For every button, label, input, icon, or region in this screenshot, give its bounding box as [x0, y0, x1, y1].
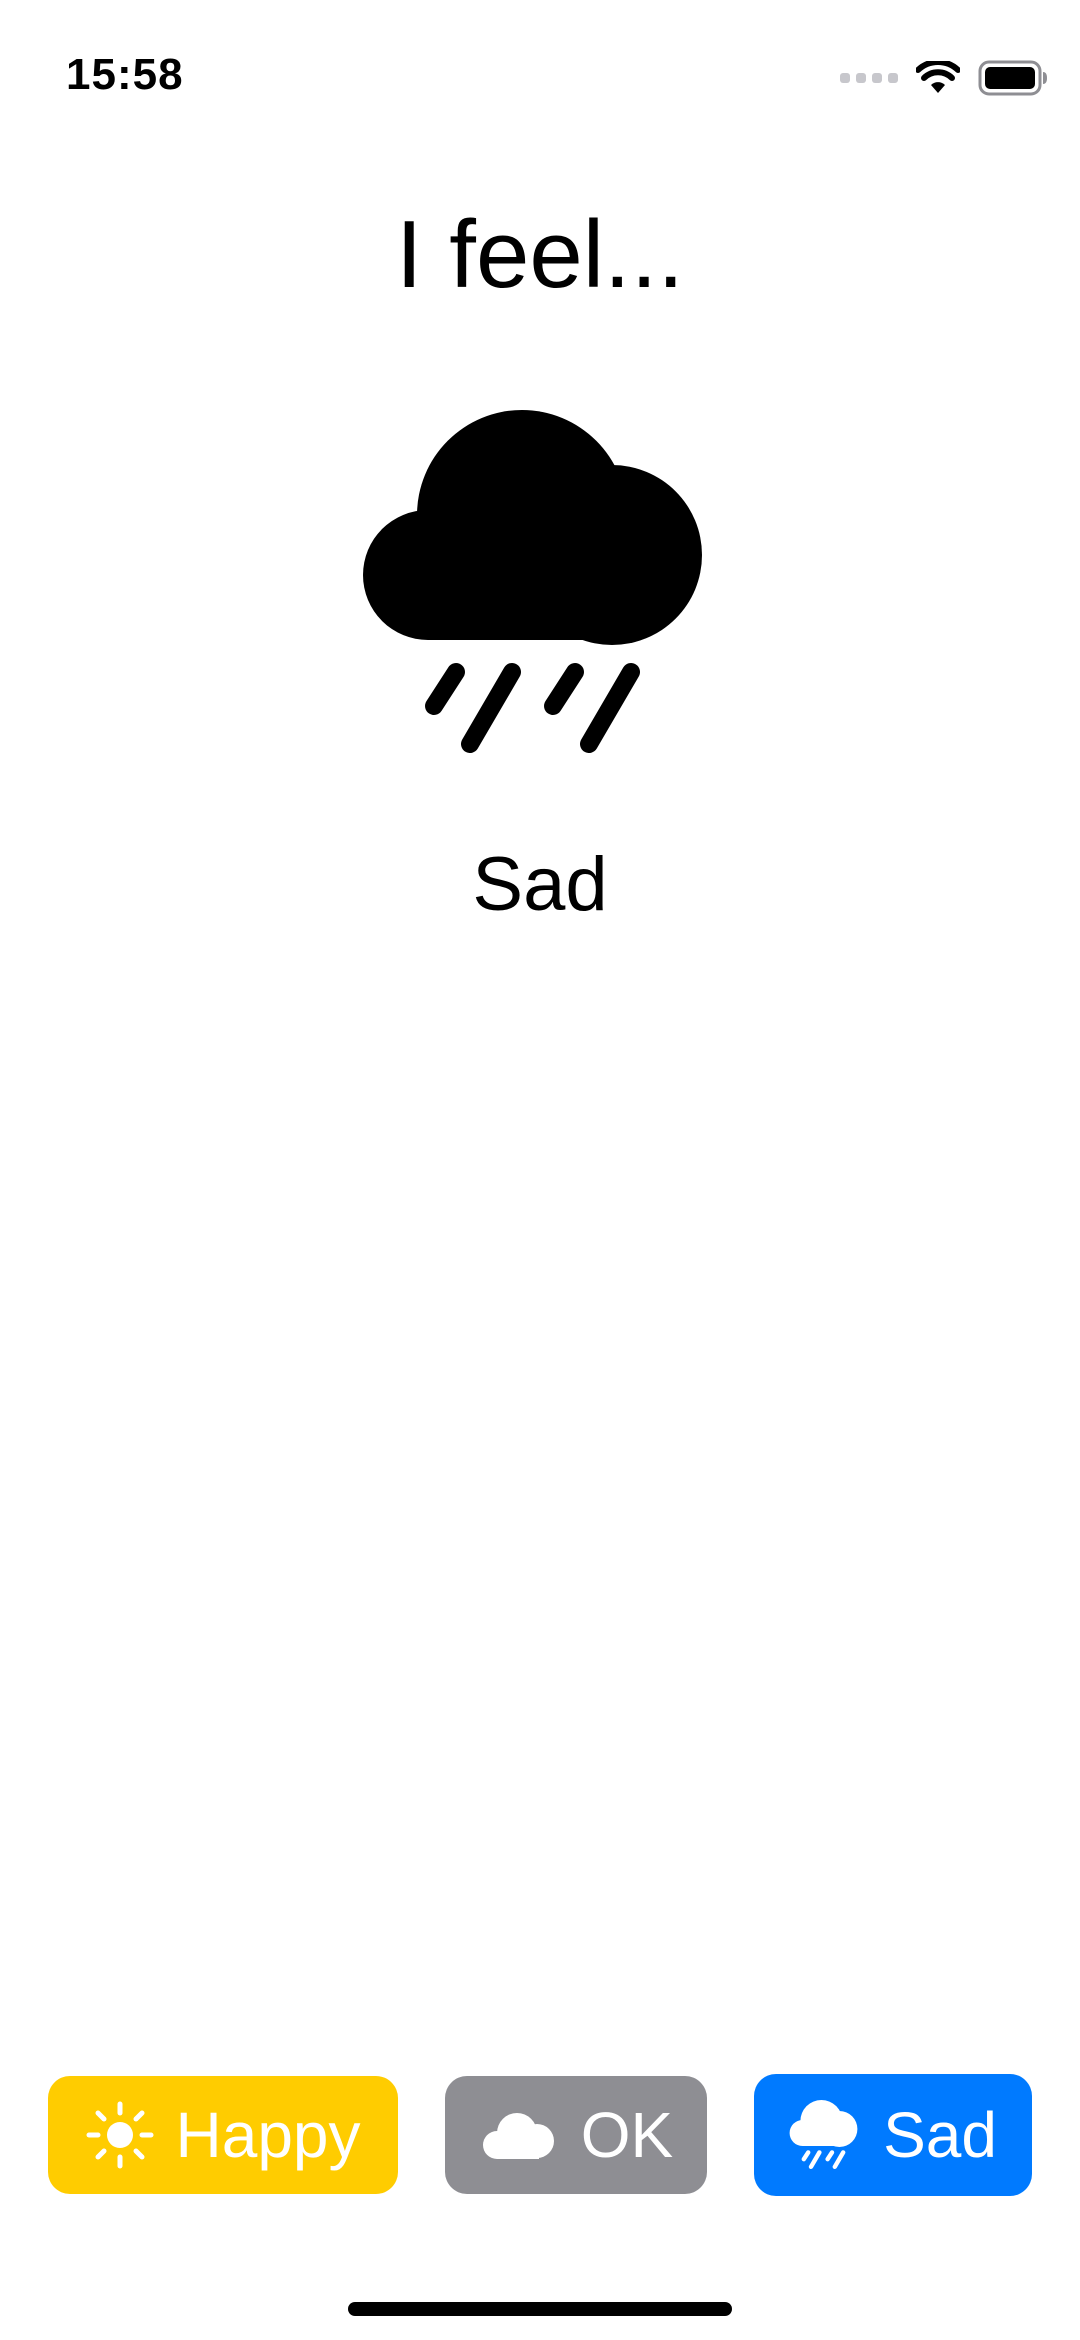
mood-label: Sad	[472, 842, 608, 927]
happy-button[interactable]: Happy	[48, 2076, 398, 2194]
ok-button[interactable]: OK	[445, 2076, 707, 2194]
wifi-icon	[916, 61, 960, 93]
cellular-signal-icon	[840, 73, 898, 83]
sad-button[interactable]: Sad	[754, 2074, 1032, 2196]
home-indicator[interactable]	[348, 2302, 732, 2316]
status-time: 15:58	[66, 50, 184, 99]
status-bar: 15:58	[0, 0, 1080, 150]
happy-button-label: Happy	[175, 2099, 361, 2171]
sad-button-label: Sad	[883, 2099, 997, 2171]
cloud-rain-icon	[363, 410, 702, 753]
page-title: I feel...	[395, 201, 685, 308]
sun-icon	[86, 2101, 153, 2169]
status-icons	[840, 58, 1048, 98]
battery-icon	[978, 60, 1047, 96]
ok-button-label: OK	[580, 2099, 674, 2171]
cloud-rain-icon	[789, 2100, 858, 2169]
cloud-icon	[482, 2113, 554, 2159]
